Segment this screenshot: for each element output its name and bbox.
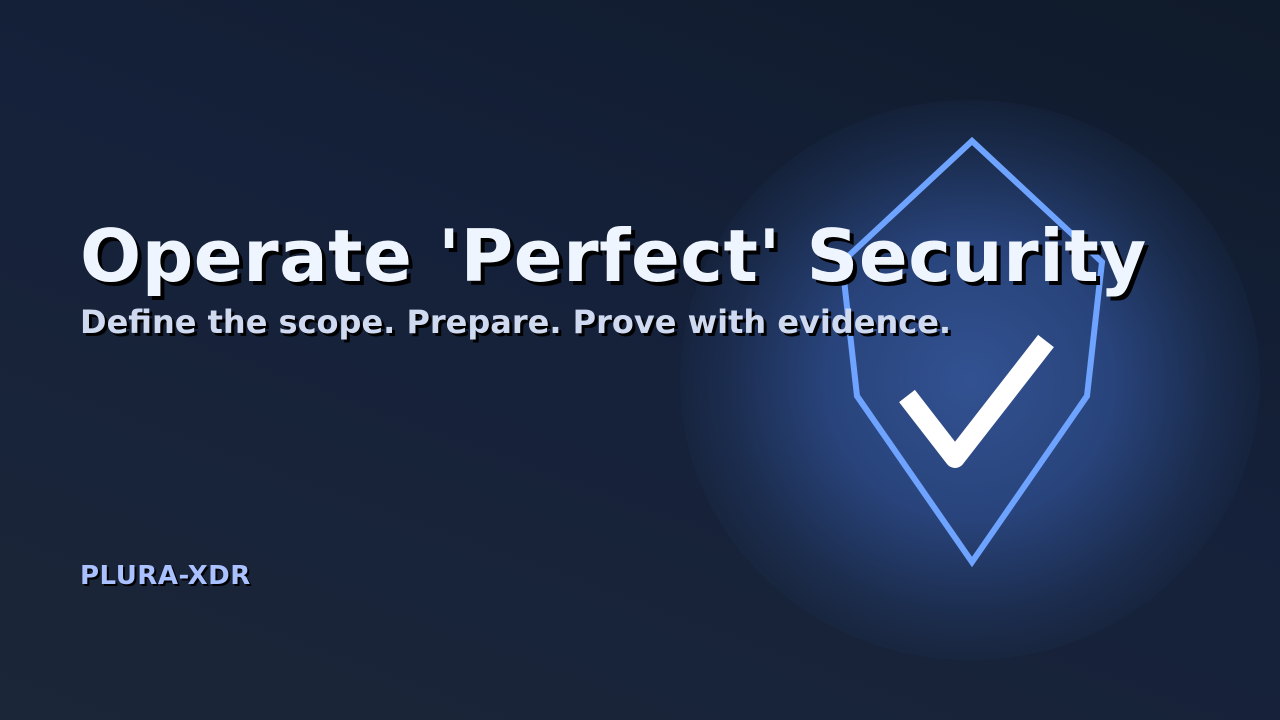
page-title: Operate 'Perfect' Security [80, 214, 1147, 298]
page-subtitle: Define the scope. Prepare. Prove with ev… [80, 303, 952, 341]
shield-outline [838, 136, 1106, 568]
shield-check-icon [838, 136, 1106, 568]
brand-name: PLURA-XDR [80, 561, 251, 591]
checkmark [899, 334, 1054, 468]
